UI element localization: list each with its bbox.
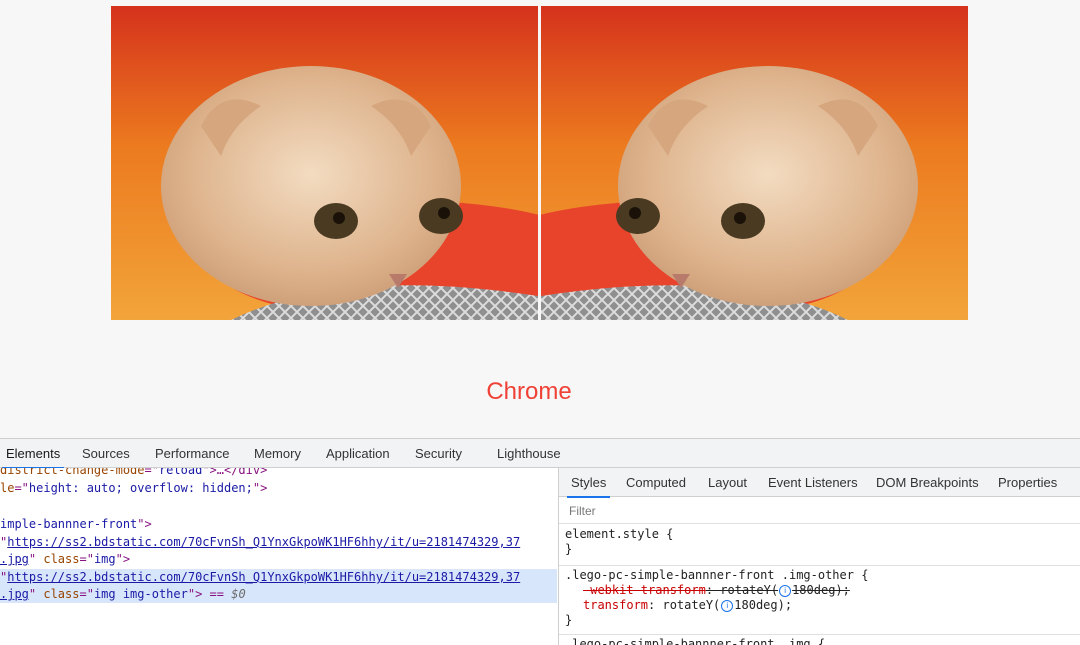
tab-security[interactable]: Security bbox=[415, 446, 462, 461]
tab-application[interactable]: Application bbox=[326, 446, 390, 461]
attr-value: img bbox=[93, 552, 116, 566]
dom-line[interactable]: district-change-mode="reload">…</div> bbox=[0, 468, 557, 479]
selected-node-marker: $0 bbox=[231, 587, 246, 601]
tag-close: "> bbox=[137, 517, 152, 531]
rule-selector: .lego-pc-simple-bannner-front .img-other… bbox=[565, 568, 869, 582]
kitten-image bbox=[111, 6, 538, 320]
subtab-layout[interactable]: Layout bbox=[708, 475, 747, 490]
devtools-panel: Elements Sources Performance Memory Appl… bbox=[0, 438, 1080, 645]
attr-name: district-change-mode bbox=[0, 468, 145, 477]
image-url-link[interactable]: https://ss2.bdstatic.com/70cFvnSh_Q1YnxG… bbox=[7, 570, 520, 584]
prop-name: transform bbox=[583, 598, 649, 612]
dom-line-selected[interactable]: .jpg" class="img img-other"> == $0 bbox=[0, 586, 557, 603]
subtab-computed[interactable]: Computed bbox=[626, 475, 686, 490]
attr-name: class bbox=[43, 587, 80, 601]
tag-close: ">…</div> bbox=[202, 468, 268, 477]
kitten-photo bbox=[111, 6, 538, 320]
prop-value-b: 180deg); bbox=[792, 583, 850, 597]
attr-value: imple-bannner-front bbox=[0, 517, 138, 531]
devtools-tabbar: Elements Sources Performance Memory Appl… bbox=[0, 439, 1080, 469]
styles-sidebar: Styles Computed Layout Event Listeners D… bbox=[558, 468, 1080, 645]
tab-memory[interactable]: Memory bbox=[254, 446, 301, 461]
attr-eq: =" bbox=[79, 587, 94, 601]
attr-value: height: auto; overflow: hidden; bbox=[28, 481, 253, 495]
kitten-photo-mirrored bbox=[541, 6, 968, 320]
tab-lighthouse[interactable]: Lighthouse bbox=[497, 446, 561, 461]
subtab-dom-breakpoints[interactable]: DOM Breakpoints bbox=[876, 475, 979, 490]
tab-sources[interactable]: Sources bbox=[82, 446, 130, 461]
style-rule-img-other[interactable]: .lego-pc-simple-bannner-front .img-other… bbox=[559, 565, 1080, 628]
attr-eq: =" bbox=[79, 552, 94, 566]
styles-subtabs: Styles Computed Layout Event Listeners D… bbox=[559, 468, 1080, 498]
rule-close: } bbox=[565, 613, 573, 627]
info-icon[interactable]: i bbox=[721, 599, 734, 612]
rule-close: } bbox=[565, 542, 573, 556]
rule-selector: element.style { bbox=[565, 527, 674, 541]
attr-value: img img-other bbox=[93, 587, 188, 601]
tag-close: "> bbox=[115, 552, 131, 566]
elements-tree[interactable]: district-change-mode="reload">…</div> le… bbox=[0, 468, 557, 645]
prop-name: -webkit-transform bbox=[583, 583, 706, 597]
prop-value-a: : rotateY( bbox=[648, 598, 721, 612]
page-caption: Chrome bbox=[486, 378, 572, 405]
prop-value-b: 180deg); bbox=[734, 598, 793, 612]
subtab-properties[interactable]: Properties bbox=[998, 475, 1057, 490]
info-icon[interactable]: i bbox=[779, 584, 792, 597]
style-declaration-overridden[interactable]: -webkit-transform: rotateY(i 180deg); bbox=[559, 583, 1080, 598]
style-declaration[interactable]: transform: rotateY(i 180deg); bbox=[559, 598, 1080, 613]
tab-performance[interactable]: Performance bbox=[155, 446, 229, 461]
style-rule-element[interactable]: element.style { } bbox=[559, 527, 1080, 557]
prop-value-a: : rotateY( bbox=[705, 583, 779, 597]
styles-filter-row bbox=[559, 497, 1080, 524]
kitten-image-mirrored bbox=[541, 6, 968, 320]
dom-line[interactable]: le="height: auto; overflow: hidden;"> bbox=[0, 480, 557, 497]
dom-line[interactable]: imple-bannner-front"> bbox=[0, 516, 557, 533]
dom-line[interactable]: "https://ss2.bdstatic.com/70cFvnSh_Q1Ynx… bbox=[0, 534, 557, 551]
subtab-event-listeners[interactable]: Event Listeners bbox=[768, 475, 858, 490]
tag-close: "> == bbox=[187, 587, 232, 601]
dom-line-selected[interactable]: "https://ss2.bdstatic.com/70cFvnSh_Q1Ynx… bbox=[0, 569, 557, 586]
subtab-styles[interactable]: Styles bbox=[566, 475, 611, 498]
attr-name: le bbox=[0, 481, 15, 495]
dom-line[interactable]: .jpg" class="img"> bbox=[0, 551, 557, 568]
tag-close: "> bbox=[252, 481, 268, 495]
page-viewport: Chrome bbox=[0, 0, 1080, 438]
attr-eq: =" bbox=[14, 481, 29, 495]
style-rule-img[interactable]: .lego-pc-simple-bannner-front .img { bbox=[559, 634, 1080, 645]
attr-name: class bbox=[43, 552, 80, 566]
image-url-link[interactable]: .jpg bbox=[0, 587, 29, 601]
attr-value: reload bbox=[158, 468, 203, 477]
image-url-link[interactable]: .jpg bbox=[0, 552, 29, 566]
quote: " bbox=[28, 552, 44, 566]
styles-filter-input[interactable] bbox=[567, 501, 871, 521]
image-url-link[interactable]: https://ss2.bdstatic.com/70cFvnSh_Q1YnxG… bbox=[7, 535, 520, 549]
tab-elements[interactable]: Elements bbox=[1, 446, 65, 469]
attr-eq: =" bbox=[144, 468, 159, 477]
quote: " bbox=[28, 587, 44, 601]
